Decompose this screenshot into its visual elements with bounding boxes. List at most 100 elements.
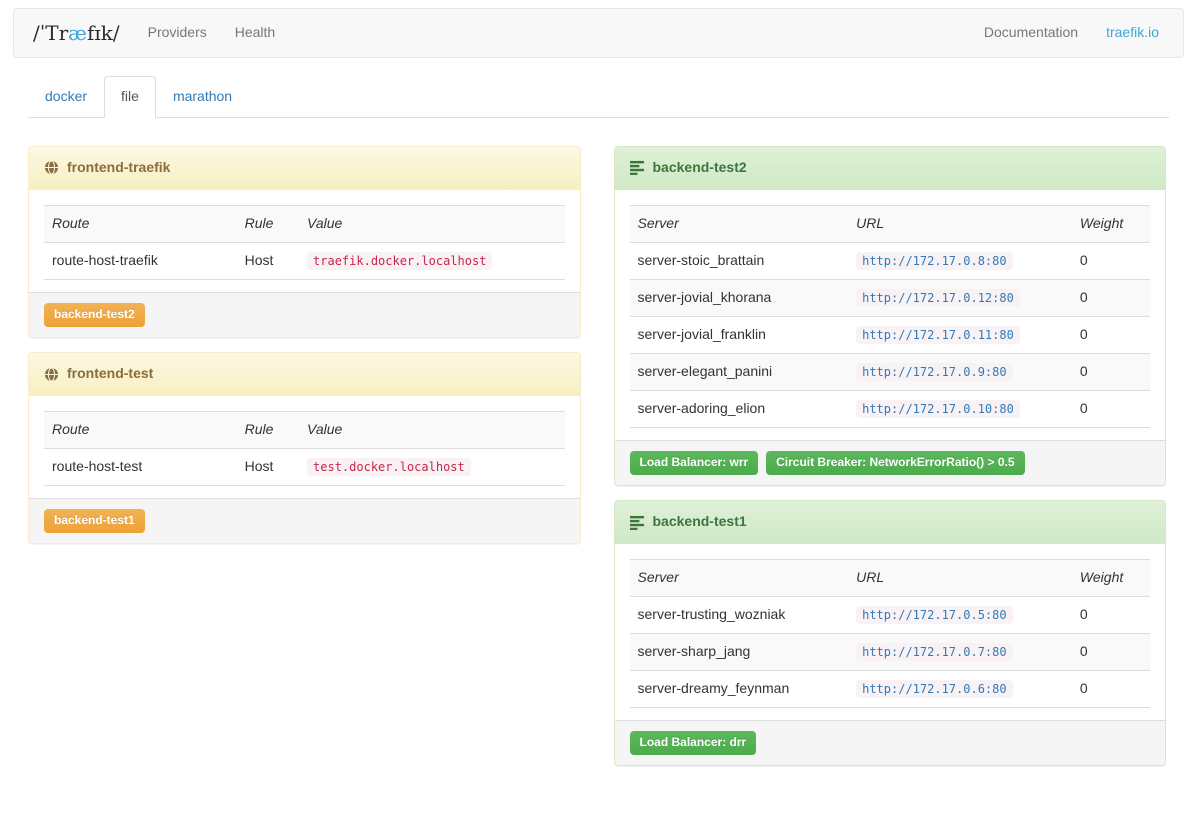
server-url-link[interactable]: http://172.17.0.7:80 [856, 643, 1013, 659]
backend-test1-heading: backend-test1 [615, 501, 1166, 544]
rule-cell: Host [237, 242, 299, 279]
globe-icon [44, 160, 59, 175]
weight-cell: 0 [1072, 633, 1150, 670]
nav-traefik-io-link[interactable]: traefik.io [1092, 8, 1173, 58]
frontend-traefik-footer: backend-test2 [29, 292, 580, 337]
column-header-rule: Rule [237, 205, 299, 242]
table-row: server-sharp_jang http://172.17.0.7:80 0 [630, 633, 1151, 670]
provider-tabs: docker file marathon [28, 76, 1169, 118]
table-header-row: Route Rule Value [44, 205, 565, 242]
circuit-breaker-badge: Circuit Breaker: NetworkErrorRatio() > 0… [766, 451, 1024, 475]
route-cell: route-host-traefik [44, 242, 237, 279]
navbar-left-links: Providers Health [134, 9, 290, 57]
url-cell: http://172.17.0.6:80 [848, 670, 1072, 707]
column-header-rule: Rule [237, 412, 299, 449]
server-url-link[interactable]: http://172.17.0.10:80 [856, 400, 1020, 416]
table-row: server-jovial_khorana http://172.17.0.12… [630, 279, 1151, 316]
rule-value-code: test.docker.localhost [307, 458, 471, 476]
nav-documentation-link[interactable]: Documentation [970, 8, 1092, 58]
server-url-link[interactable]: http://172.17.0.8:80 [856, 252, 1013, 268]
column-header-weight: Weight [1072, 205, 1150, 242]
frontend-traefik-body: Route Rule Value route-host-traefik Host… [29, 190, 580, 292]
brand-logo-post: fɪk/ [87, 21, 120, 45]
main-content: frontend-traefik Route Rule Value route-… [28, 146, 1166, 780]
server-cell: server-adoring_elion [630, 390, 849, 427]
column-header-value: Value [299, 412, 564, 449]
navbar: /ˈTræfɪk/ Providers Health Documentation… [13, 8, 1184, 58]
frontend-test-heading: frontend-test [29, 353, 580, 396]
server-cell: server-jovial_franklin [630, 316, 849, 353]
table-row: server-dreamy_feynman http://172.17.0.6:… [630, 670, 1151, 707]
table-row: server-elegant_panini http://172.17.0.9:… [630, 353, 1151, 390]
server-url-link[interactable]: http://172.17.0.9:80 [856, 363, 1013, 379]
table-row: server-stoic_brattain http://172.17.0.8:… [630, 242, 1151, 279]
weight-cell: 0 [1072, 279, 1150, 316]
brand-logo-accent: æ [68, 21, 87, 45]
backend-test1-footer: Load Balancer: drr [615, 720, 1166, 765]
routes-table: Route Rule Value route-host-traefik Host… [44, 205, 565, 280]
column-header-route: Route [44, 412, 237, 449]
backends-column: backend-test2 Server URL Weight server-s… [614, 146, 1167, 780]
url-cell: http://172.17.0.11:80 [848, 316, 1072, 353]
tab-file[interactable]: file [104, 76, 156, 118]
brand-logo-pre: /ˈTr [33, 21, 68, 45]
weight-cell: 0 [1072, 596, 1150, 633]
value-cell: traefik.docker.localhost [299, 242, 564, 279]
tasks-icon [630, 515, 645, 530]
navbar-right-links: Documentation traefik.io [970, 9, 1183, 57]
server-cell: server-elegant_panini [630, 353, 849, 390]
backend-test1-body: Server URL Weight server-trusting_woznia… [615, 544, 1166, 720]
backend-ref-badge: backend-test2 [44, 303, 145, 327]
server-cell: server-sharp_jang [630, 633, 849, 670]
backend-test2-body: Server URL Weight server-stoic_brattain … [615, 190, 1166, 440]
column-header-value: Value [299, 205, 564, 242]
frontend-test-panel: frontend-test Route Rule Value route-hos… [28, 352, 581, 544]
server-url-link[interactable]: http://172.17.0.12:80 [856, 289, 1020, 305]
brand-logo[interactable]: /ˈTræfɪk/ [14, 19, 134, 48]
panel-title: frontend-traefik [67, 158, 170, 178]
weight-cell: 0 [1072, 242, 1150, 279]
backend-ref-badge: backend-test1 [44, 509, 145, 533]
backend-test2-footer: Load Balancer: wrr Circuit Breaker: Netw… [615, 440, 1166, 485]
server-url-link[interactable]: http://172.17.0.11:80 [856, 326, 1020, 342]
nav-providers-link[interactable]: Providers [134, 8, 221, 58]
server-cell: server-jovial_khorana [630, 279, 849, 316]
table-row: server-adoring_elion http://172.17.0.10:… [630, 390, 1151, 427]
table-header-row: Route Rule Value [44, 412, 565, 449]
tab-marathon[interactable]: marathon [156, 76, 249, 118]
server-cell: server-trusting_wozniak [630, 596, 849, 633]
load-balancer-badge: Load Balancer: wrr [630, 451, 759, 475]
servers-table: Server URL Weight server-stoic_brattain … [630, 205, 1151, 428]
nav-health-link[interactable]: Health [221, 8, 289, 58]
frontend-test-body: Route Rule Value route-host-test Host te… [29, 396, 580, 498]
column-header-url: URL [848, 205, 1072, 242]
panel-title: backend-test2 [653, 158, 747, 178]
tasks-icon [630, 160, 645, 175]
server-cell: server-dreamy_feynman [630, 670, 849, 707]
tab-docker[interactable]: docker [28, 76, 104, 118]
column-header-weight: Weight [1072, 560, 1150, 597]
backend-test2-heading: backend-test2 [615, 147, 1166, 190]
panel-title: frontend-test [67, 364, 153, 384]
table-row: server-jovial_franklin http://172.17.0.1… [630, 316, 1151, 353]
frontend-traefik-heading: frontend-traefik [29, 147, 580, 190]
backend-test2-panel: backend-test2 Server URL Weight server-s… [614, 146, 1167, 486]
table-row: server-trusting_wozniak http://172.17.0.… [630, 596, 1151, 633]
column-header-server: Server [630, 205, 849, 242]
server-url-link[interactable]: http://172.17.0.5:80 [856, 606, 1013, 622]
server-url-link[interactable]: http://172.17.0.6:80 [856, 680, 1013, 696]
backend-test1-panel: backend-test1 Server URL Weight server-t… [614, 500, 1167, 766]
table-row: route-host-test Host test.docker.localho… [44, 449, 565, 486]
url-cell: http://172.17.0.7:80 [848, 633, 1072, 670]
rule-cell: Host [237, 449, 299, 486]
weight-cell: 0 [1072, 670, 1150, 707]
globe-icon [44, 367, 59, 382]
value-cell: test.docker.localhost [299, 449, 564, 486]
url-cell: http://172.17.0.12:80 [848, 279, 1072, 316]
weight-cell: 0 [1072, 316, 1150, 353]
frontend-traefik-panel: frontend-traefik Route Rule Value route-… [28, 146, 581, 338]
load-balancer-badge: Load Balancer: drr [630, 731, 757, 755]
column-header-server: Server [630, 560, 849, 597]
routes-table: Route Rule Value route-host-test Host te… [44, 411, 565, 486]
url-cell: http://172.17.0.8:80 [848, 242, 1072, 279]
